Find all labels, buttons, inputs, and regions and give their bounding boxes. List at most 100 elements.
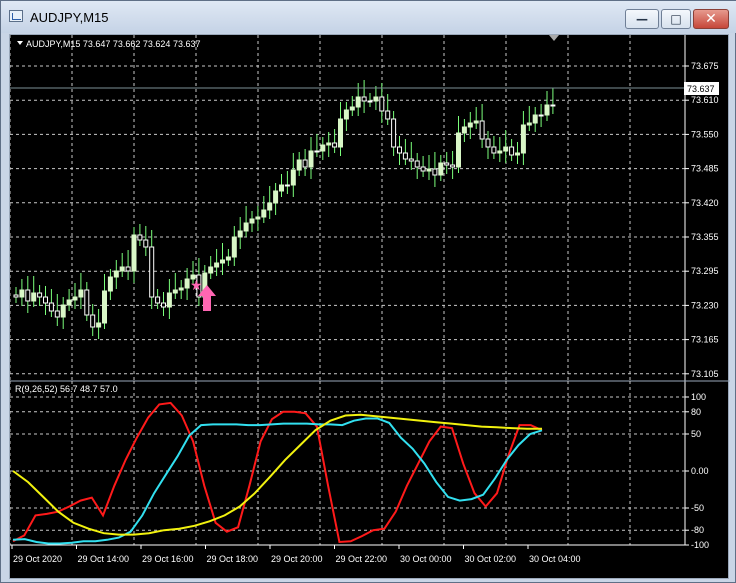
candle-body [314,150,320,153]
candle-body [432,168,438,176]
candle-body [13,294,19,298]
candle-body [326,142,332,146]
candle-body [43,296,48,304]
candle-body [302,159,308,168]
candle-body [544,104,550,116]
maximize-icon: □ [670,12,682,26]
candle-body [37,292,43,298]
time-label: 29 Oct 20:00 [271,554,323,564]
candle-body [355,96,361,108]
indicator-level-label: 50 [691,429,701,439]
time-label: 29 Oct 2020 [13,554,62,564]
indicator-lines [12,401,543,545]
indicator-level-label: 80 [691,407,701,417]
candle-body [54,310,60,318]
candle-body [243,222,249,232]
candle-body [66,299,72,306]
candle-body [503,146,509,152]
current-price-label: 73.637 [687,84,715,94]
indicator-level-label: -50 [691,503,704,513]
candle-body [397,146,402,154]
indicator-series-line [12,413,542,536]
candle-body [550,104,556,107]
candle-body [137,234,143,241]
indicator-level-label: -100 [691,540,709,550]
shift-marker-icon[interactable] [549,35,559,41]
candle-body [420,166,426,172]
candle-body [332,142,338,148]
price-label: 73.675 [691,61,719,71]
candle-body [78,289,84,298]
candle-body [402,152,408,160]
candle-body [538,114,544,117]
candle-body [497,150,503,154]
candle-body [208,266,214,274]
candle-body [408,158,414,162]
minimize-button[interactable]: — [625,9,659,29]
candle-body [178,287,184,291]
price-label: 73.295 [691,266,719,276]
chart-svg: AUDJPY,M15 73.647 73.662 73.624 73.637 ★… [10,35,730,564]
candle-body [102,290,107,324]
price-label: 73.355 [691,232,719,242]
candle-body [438,162,444,176]
candle-body [96,322,102,328]
candle-body [220,259,225,264]
time-label: 29 Oct 18:00 [207,554,259,564]
candle-body [184,278,190,289]
candle-body [379,96,385,112]
candle-body [485,138,491,148]
indicator-series-line [12,417,543,545]
candle-body [373,96,379,102]
candle-body [361,96,367,102]
candle-body [214,262,220,268]
price-label: 73.230 [691,300,719,310]
indicator-level-label: -80 [691,525,704,535]
candle-body [143,239,149,248]
candle-body [308,150,314,168]
chart-window: AUDJPY,M15 — □ ✕ AUDJPY,M15 73.647 73.66… [0,0,736,583]
candle-body [84,289,90,316]
candle-body [125,266,131,272]
titlebar[interactable]: AUDJPY,M15 — □ ✕ [1,1,736,33]
close-button[interactable]: ✕ [693,9,729,29]
candle-body [225,256,231,261]
collapse-triangle-icon[interactable] [17,41,23,45]
maximize-button[interactable]: □ [661,9,691,29]
time-label: 30 Oct 02:00 [465,554,517,564]
price-label: 73.610 [691,95,719,105]
candle-body [450,164,456,168]
candle-body [444,162,450,166]
candle-body [90,314,96,328]
indicator-header: R(9,26,52) 56.7 48.7 57.0 [15,384,118,394]
indicator-level-label: 100 [691,392,706,402]
candle-body [48,302,54,312]
price-label: 73.165 [691,335,719,345]
candle-body [509,146,515,156]
candle-body [461,126,467,134]
candle-body [149,246,155,298]
chart-canvas[interactable]: AUDJPY,M15 73.647 73.662 73.624 73.637 ★… [9,34,730,579]
window-title: AUDJPY,M15 [30,10,109,25]
candle-body [526,122,532,126]
candle-body [456,132,461,168]
price-label: 73.485 [691,164,719,174]
candle-body [391,118,397,148]
time-label: 29 Oct 14:00 [78,554,130,564]
candle-body [113,270,119,278]
candle-body [385,110,391,120]
candle-body [338,118,343,148]
candle-body [161,302,166,308]
star-marker-icon: ★ [190,278,203,294]
candle-body [532,114,538,124]
main-chart-grid [10,35,685,381]
candle-body [231,236,237,258]
candle-body [31,292,37,302]
candle-body [72,296,78,301]
candle-body [473,120,479,124]
time-label: 29 Oct 22:00 [336,554,388,564]
candle-body [414,160,420,168]
candle-body [267,202,273,211]
time-label: 30 Oct 00:00 [400,554,452,564]
candle-body [166,292,172,308]
